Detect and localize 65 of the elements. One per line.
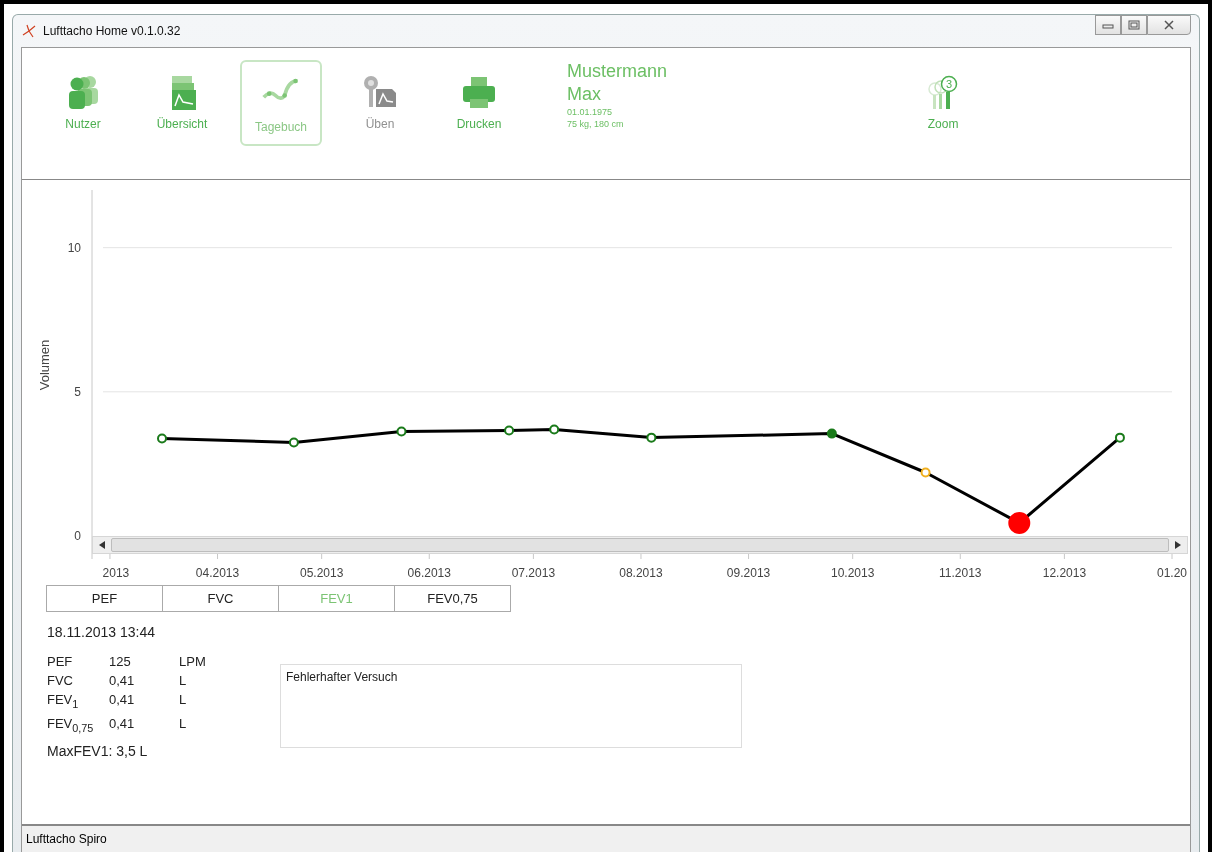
metric-tab[interactable]: FEV0,75 (394, 585, 511, 612)
data-point[interactable] (1008, 511, 1031, 534)
metric-name: FEV$_{0,75}$ (47, 714, 95, 736)
x-tick-label: 12.2013 (1042, 566, 1087, 580)
horizontal-scrollbar[interactable] (92, 535, 1188, 554)
toolbar-button[interactable]: Übersicht (141, 60, 223, 146)
measurement-timestamp: 18.11.2013 13:44 (47, 624, 156, 640)
x-tick-label: 07.2013 (511, 566, 556, 580)
data-point[interactable] (549, 424, 560, 435)
x-tick-label: 08.2013 (619, 566, 663, 580)
close-button[interactable] (1147, 15, 1191, 35)
scrollbar-thumb[interactable] (111, 537, 1169, 552)
data-point[interactable] (288, 437, 299, 448)
patient-body-data: 75 kg, 180 cm (567, 118, 625, 130)
minimize-button[interactable] (1095, 15, 1121, 35)
data-point[interactable] (826, 428, 837, 439)
x-tick-label: 04.2013 (195, 566, 240, 580)
x-tick-label: 01.20 (1157, 566, 1187, 580)
metric-tab[interactable]: PEF (46, 585, 163, 612)
data-point[interactable] (920, 467, 931, 478)
metric-value: 0,41 (109, 672, 136, 690)
metric-name: FEV$_{1}$ (47, 691, 80, 712)
metric-value: 0,41 (109, 714, 136, 733)
toolbar-button[interactable]: Tagebuch (240, 60, 322, 146)
max-fev1-text: MaxFEV1: 3,5 L (47, 743, 149, 760)
x-tick-label: 06.2013 (407, 566, 451, 580)
metric-name: PEF (47, 653, 74, 671)
y-tick-label: 10 (67, 240, 81, 255)
zoom-button[interactable]: 3 Zoom (902, 60, 985, 146)
close-icon (1163, 20, 1175, 30)
y-tick-label: 0 (74, 528, 81, 543)
metric-unit: L (179, 672, 187, 690)
app-icon (21, 23, 37, 39)
x-tick-label: 2013 (102, 566, 130, 580)
x-tick-label: 09.2013 (726, 566, 771, 580)
scroll-left-icon[interactable] (99, 540, 105, 549)
comment-box[interactable]: Fehlerhafter Versuch (280, 664, 742, 748)
metric-value: 125 (109, 653, 132, 671)
metric-tab[interactable]: FVC (162, 585, 279, 612)
toolbar-button[interactable]: Drucken (438, 60, 520, 146)
maximize-button[interactable] (1121, 15, 1147, 35)
patient-first-name: Max (567, 83, 602, 106)
zoom-level-text: 3 (946, 78, 953, 90)
data-point[interactable] (396, 426, 407, 437)
data-point[interactable] (504, 425, 515, 436)
toolbar-button[interactable]: Nutzer (42, 60, 124, 146)
metric-value: 0,41 (109, 691, 136, 709)
x-tick-label: 05.2013 (299, 566, 344, 580)
metric-unit: L (179, 714, 187, 733)
patient-last-name: Mustermann (567, 60, 668, 83)
patient-birth-date: 01.01.1975 (567, 106, 614, 118)
metric-unit: LPM (179, 653, 206, 671)
window-title: Lufttacho Home v0.1.0.32 (43, 24, 181, 38)
y-tick-label: 5 (74, 384, 81, 399)
y-axis-label: Volumen (37, 339, 52, 391)
status-bar: Lufttacho Spiro (22, 824, 1190, 852)
data-point[interactable] (1114, 432, 1125, 443)
metric-tab[interactable]: FEV1 (278, 585, 395, 612)
metric-unit: L (179, 691, 187, 709)
scroll-right-icon[interactable] (1175, 540, 1181, 549)
maximize-icon (1128, 20, 1140, 30)
x-tick-label: 11.2013 (939, 566, 982, 580)
data-point[interactable] (646, 432, 657, 443)
x-tick-label: 10.2013 (831, 566, 875, 580)
metric-name: FVC (47, 672, 74, 690)
